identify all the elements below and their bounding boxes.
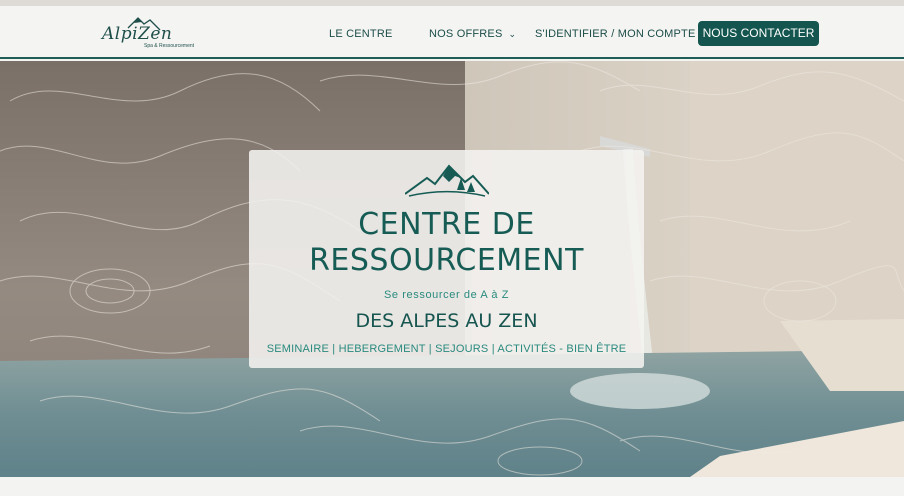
hero-title-line1: CENTRE DE [358,207,535,242]
nav-label: LE CENTRE [329,28,393,40]
hero-tags: SEMINAIRE | HEBERGEMENT | SEJOURS | ACTI… [266,343,627,355]
hero-section: CENTRE DE RESSOURCEMENT Se ressourcer de… [0,61,904,477]
nav-label: NOS OFFRES [429,28,503,40]
hero-subtitle: Se ressourcer de A à Z [383,289,510,301]
nav-le-centre[interactable]: LE CENTRE [329,28,393,40]
nav-account[interactable]: S'IDENTIFIER / MON COMPTE [535,28,696,40]
chevron-down-icon: ⌄ [508,29,517,39]
nav-nos-offres[interactable]: NOS OFFRES ⌄ [429,28,516,40]
site-header: AlpiZen Spa & Ressourcement LE CENTRE NO… [0,6,904,59]
hero-card: CENTRE DE RESSOURCEMENT Se ressourcer de… [249,150,644,368]
mountain-logo-icon [405,164,489,197]
logo-tagline: Spa & Ressourcement [144,43,195,49]
nav-label: S'IDENTIFIER / MON COMPTE [535,28,696,40]
hero-heading: DES ALPES AU ZEN [355,310,538,332]
logo-wordmark: AlpiZen [102,24,173,44]
contact-button[interactable]: NOUS CONTACTER [698,21,819,46]
site-logo[interactable]: AlpiZen Spa & Ressourcement [98,14,194,54]
page-bottom [0,477,904,496]
hero-title-line2: RESSOURCEMENT [309,243,584,278]
